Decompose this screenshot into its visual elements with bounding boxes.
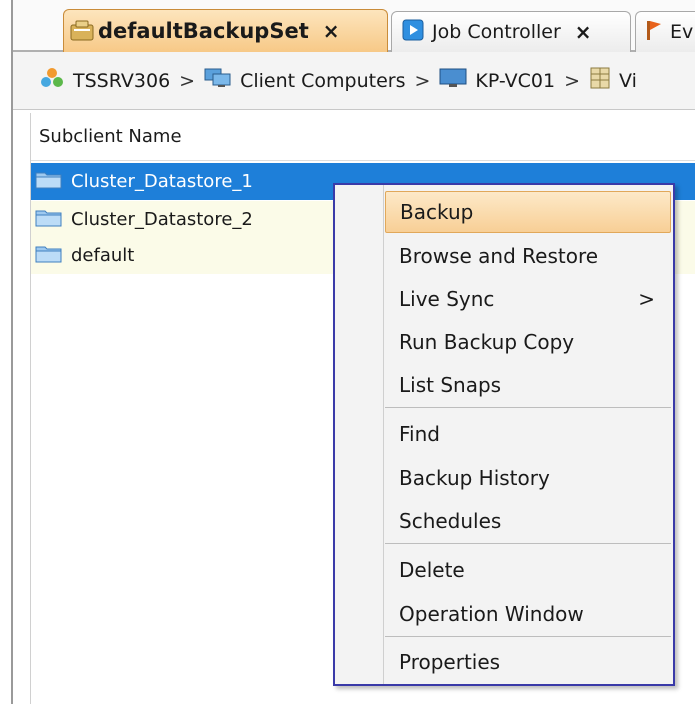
tab-events[interactable]: Ev [635,11,695,52]
tab-default-backup-set[interactable]: defaultBackupSet × [63,9,388,52]
client-computers-icon [204,67,232,94]
menu-separator [385,407,671,408]
commcell-icon [39,67,65,94]
submenu-arrow-icon: > [638,287,655,311]
folder-icon [35,207,63,232]
tab-label: defaultBackupSet [98,19,309,43]
menu-item-find[interactable]: Find [335,413,673,455]
menu-item-operation-window[interactable]: Operation Window [335,593,673,635]
breadcrumb-item-client-computers[interactable]: Client Computers [204,67,405,94]
close-icon[interactable]: × [323,19,340,43]
menu-item-run-backup-copy[interactable]: Run Backup Copy [335,321,673,363]
breadcrumb-separator: > [414,69,431,92]
left-panel-edge [0,0,13,704]
tab-strip: defaultBackupSet × Job Controller × Ev [13,0,695,52]
breadcrumb-label: Client Computers [240,69,406,92]
close-icon[interactable]: × [575,20,592,44]
tab-label: Job Controller [432,21,561,43]
menu-item-label: List Snaps [399,373,502,397]
breadcrumb-item-client[interactable]: KP-VC01 [439,67,555,94]
subclient-name: Cluster_Datastore_1 [71,171,253,192]
folder-icon [35,169,63,194]
breadcrumb: TSSRV306 > Client Computers > KP-VC01 > … [13,52,695,110]
menu-item-label: Properties [399,650,501,674]
menu-item-properties[interactable]: Properties [335,641,673,683]
menu-item-label: Live Sync [399,287,495,311]
breadcrumb-separator: > [564,69,581,92]
menu-item-label: Browse and Restore [399,244,599,268]
menu-item-backup-history[interactable]: Backup History [335,457,673,499]
column-header-subclient-name[interactable]: Subclient Name [31,113,695,161]
menu-item-label: Find [399,422,440,446]
breadcrumb-label: Vi [619,69,637,92]
menu-item-label: Backup [400,200,474,224]
subclient-name: Cluster_Datastore_2 [71,209,253,230]
breadcrumb-item-commcell[interactable]: TSSRV306 [39,67,170,94]
breadcrumb-item-instance[interactable]: Vi [589,67,637,94]
tab-label: Ev [670,21,694,43]
breadcrumb-label: TSSRV306 [73,69,171,92]
menu-item-schedules[interactable]: Schedules [335,500,673,542]
menu-item-backup[interactable]: Backup [385,191,671,233]
breadcrumb-separator: > [179,69,196,92]
folder-icon [35,243,63,268]
menu-item-label: Schedules [399,509,502,533]
backupset-icon [70,19,94,46]
menu-item-label: Run Backup Copy [399,330,575,354]
commcell-console-window: defaultBackupSet × Job Controller × Ev T… [0,0,695,704]
menu-item-label: Backup History [399,466,550,490]
computer-icon [439,67,467,94]
instance-icon [589,67,611,94]
menu-item-label: Operation Window [399,602,584,626]
menu-item-live-sync[interactable]: Live Sync > [335,278,673,320]
breadcrumb-label: KP-VC01 [475,69,556,92]
event-flag-icon [646,19,662,46]
job-controller-icon [402,19,424,46]
menu-separator [385,543,671,544]
subclient-name: default [71,245,135,266]
menu-item-browse-and-restore[interactable]: Browse and Restore [335,235,673,277]
menu-item-label: Delete [399,558,465,582]
menu-separator [385,636,671,637]
context-menu: Backup Browse and Restore Live Sync > Ru… [333,183,675,686]
menu-item-delete[interactable]: Delete [335,549,673,591]
menu-item-list-snaps[interactable]: List Snaps [335,364,673,406]
tab-job-controller[interactable]: Job Controller × [391,11,631,52]
